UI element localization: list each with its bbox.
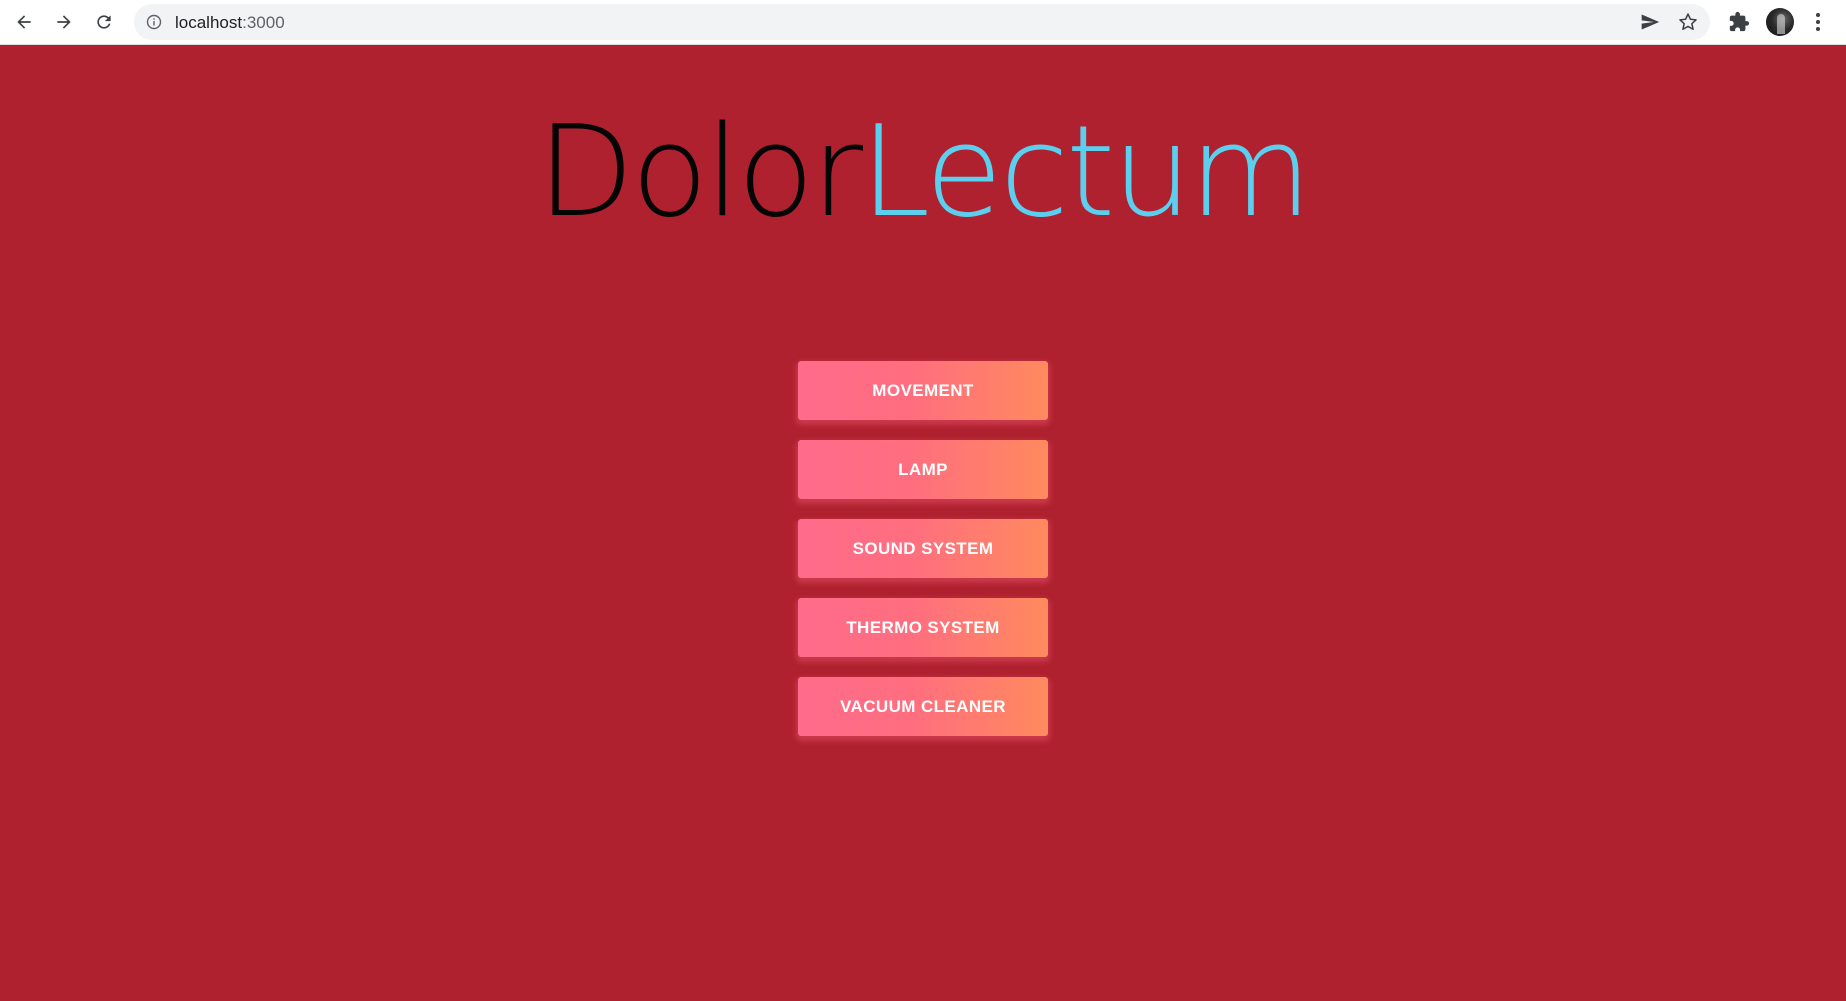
device-menu: Movement Lamp Sound System Thermo System… [798,361,1048,756]
send-button[interactable] [1640,12,1660,32]
forward-button[interactable] [48,6,80,38]
puzzle-icon[interactable] [1728,11,1750,33]
app-page: DolorLectum Movement Lamp Sound System T… [0,45,1846,1001]
thermo-system-button[interactable]: Thermo System [798,598,1048,657]
bookmark-button[interactable] [1678,12,1698,32]
vacuum-cleaner-button[interactable]: Vacuum Cleaner [798,677,1048,736]
sound-system-button[interactable]: Sound System [798,519,1048,578]
url-port: :3000 [242,13,285,32]
reload-button[interactable] [88,6,120,38]
back-button[interactable] [8,6,40,38]
arrow-right-icon [57,15,71,29]
movement-button[interactable]: Movement [798,361,1048,420]
profile-avatar[interactable] [1766,8,1794,36]
url-host: localhost [175,13,243,32]
address-bar[interactable]: localhost:3000 [134,4,1710,40]
kebab-menu-icon[interactable] [1810,10,1826,34]
brand-title: DolorLectum [0,97,1846,247]
url-text[interactable]: localhost:3000 [175,13,285,33]
send-icon [1641,14,1660,30]
brand-title-part-1: Dolor [537,98,863,245]
info-icon[interactable] [146,14,162,30]
star-icon [1679,13,1697,30]
arrow-left-icon [17,15,31,29]
reload-icon [97,15,111,29]
lamp-button[interactable]: Lamp [798,440,1048,499]
brand-title-part-2: Lectum [860,98,1312,245]
browser-toolbar: localhost:3000 [0,0,1846,45]
